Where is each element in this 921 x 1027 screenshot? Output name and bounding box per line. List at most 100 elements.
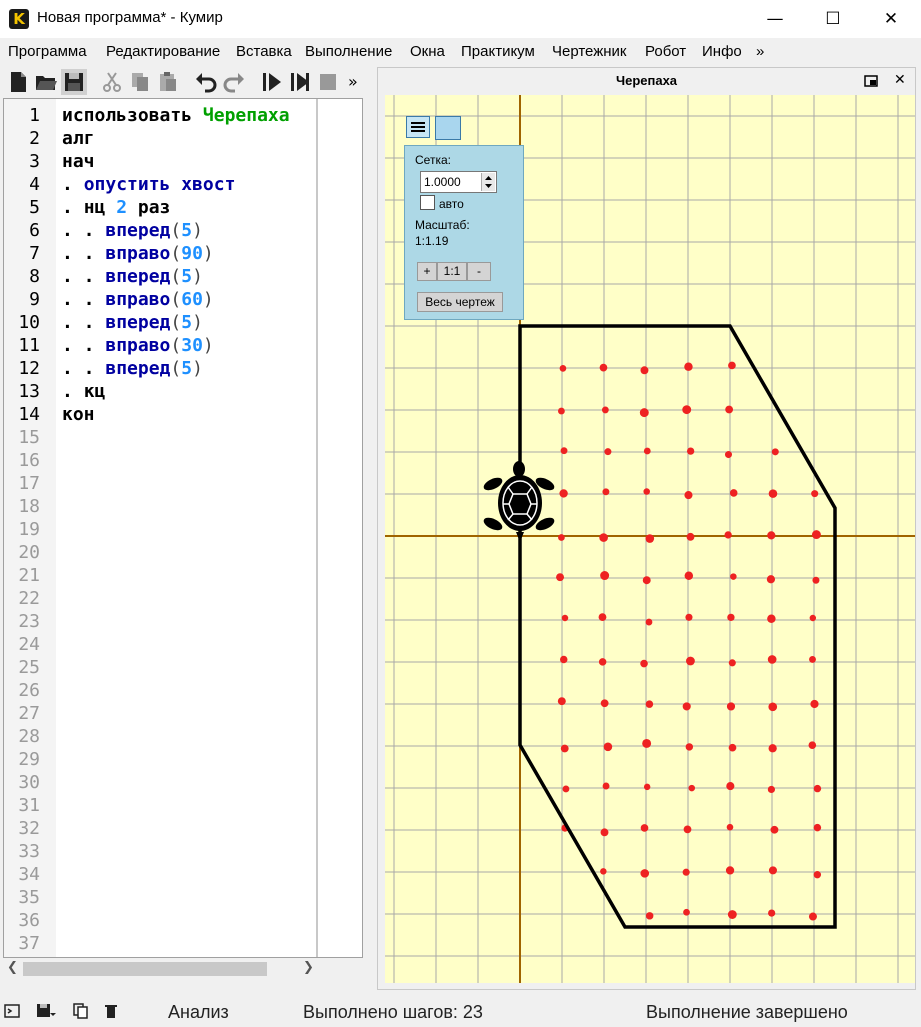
menu-drawer[interactable]: Чертежник bbox=[552, 43, 627, 60]
scroll-right-icon[interactable]: ❯ bbox=[303, 960, 314, 975]
marker-dot bbox=[688, 784, 696, 792]
code-line[interactable]: нач bbox=[62, 151, 95, 172]
code-line[interactable]: . . вперед(5) bbox=[62, 312, 203, 333]
console-icon[interactable] bbox=[4, 1003, 20, 1019]
step-run-icon[interactable] bbox=[287, 69, 313, 95]
menu-toggle-button[interactable] bbox=[406, 116, 430, 138]
zoom-out-button[interactable]: - bbox=[467, 262, 491, 281]
line-number: 10 bbox=[18, 312, 40, 333]
code-line[interactable]: . . вправо(60) bbox=[62, 289, 214, 310]
marker-dot bbox=[766, 575, 776, 584]
line-number: 36 bbox=[18, 910, 40, 931]
undo-icon[interactable] bbox=[193, 69, 219, 95]
hamburger-icon bbox=[411, 122, 425, 132]
whole-drawing-button[interactable]: Весь чертеж bbox=[417, 292, 503, 312]
line-number: 30 bbox=[18, 772, 40, 793]
line-number: 21 bbox=[18, 565, 40, 586]
stop-icon[interactable] bbox=[315, 69, 341, 95]
horizontal-scrollbar[interactable]: ❮ ❯ bbox=[3, 958, 363, 980]
code-line[interactable]: . нц 2 раз bbox=[62, 197, 170, 218]
cut-icon[interactable] bbox=[99, 69, 125, 95]
line-number: 2 bbox=[29, 128, 40, 149]
code-line[interactable]: алг bbox=[62, 128, 95, 149]
marker-dot bbox=[643, 447, 651, 455]
grid-spinbox[interactable]: 1.0000 bbox=[420, 171, 497, 193]
menu-insert[interactable]: Вставка bbox=[236, 43, 292, 60]
line-number: 17 bbox=[18, 473, 40, 494]
open-folder-icon[interactable] bbox=[33, 69, 59, 95]
marker-dot bbox=[562, 785, 570, 793]
marker-dot bbox=[640, 659, 648, 668]
view-toggle-button[interactable] bbox=[435, 116, 461, 140]
copy-output-icon[interactable] bbox=[72, 1003, 92, 1019]
code-line[interactable]: . . вправо(90) bbox=[62, 243, 214, 264]
marker-dot bbox=[598, 658, 607, 666]
spin-arrows-icon bbox=[485, 176, 492, 188]
status-steps: Выполнено шагов: 23 bbox=[303, 1002, 483, 1022]
toolbar-overflow[interactable]: » bbox=[348, 72, 358, 91]
menu-run[interactable]: Выполнение bbox=[305, 43, 392, 60]
code-editor[interactable]: 1 2 3 4 5 6 7 8 9 10 11 12 13 14 15 16 17 18 19 20 21 22 23 24 2… bbox=[3, 98, 363, 958]
zoom-in-button[interactable]: + bbox=[417, 262, 437, 281]
menu-windows[interactable]: Окна bbox=[410, 43, 445, 60]
marker-dot bbox=[598, 613, 607, 622]
zoom-reset-button[interactable]: 1:1 bbox=[437, 262, 467, 281]
code-line[interactable]: . . вправо(30) bbox=[62, 335, 214, 356]
window-title: Новая программа* - Кумир bbox=[37, 9, 223, 26]
line-number: 11 bbox=[18, 335, 40, 356]
code-line[interactable]: кон bbox=[62, 404, 95, 425]
line-number: 19 bbox=[18, 519, 40, 540]
code-line[interactable]: . кц bbox=[62, 381, 105, 402]
minimize-button[interactable]: — bbox=[746, 0, 804, 38]
status-bar: Анализ Выполнено шагов: 23 Выполнение за… bbox=[0, 998, 921, 1027]
save-output-icon[interactable] bbox=[36, 1003, 56, 1019]
code-line[interactable]: . . вперед(5) bbox=[62, 220, 203, 241]
menu-practicum[interactable]: Практикум bbox=[461, 43, 535, 60]
paste-icon[interactable] bbox=[155, 69, 181, 95]
undock-icon[interactable] bbox=[864, 75, 878, 87]
marker-dot bbox=[727, 613, 735, 622]
scroll-thumb[interactable] bbox=[23, 962, 267, 976]
save-icon[interactable] bbox=[61, 69, 87, 95]
line-number-gutter: 1 2 3 4 5 6 7 8 9 10 11 12 13 14 15 16 17 18 19 20 21 22 23 24 2… bbox=[4, 99, 56, 957]
marker-dot bbox=[639, 408, 649, 418]
turtle-canvas[interactable]: Сетка: 1.0000 авто Масштаб: 1:1.19 + 1:1… bbox=[385, 95, 915, 983]
spin-buttons[interactable] bbox=[481, 173, 495, 191]
code-line[interactable]: использовать Черепаха bbox=[62, 105, 290, 126]
turtle-close-icon[interactable]: ✕ bbox=[894, 72, 906, 88]
marker-dot bbox=[768, 744, 777, 753]
menu-edit[interactable]: Редактирование bbox=[106, 43, 220, 60]
marker-dot bbox=[812, 576, 820, 584]
new-file-icon[interactable] bbox=[5, 69, 31, 95]
code-line[interactable]: . . вперед(5) bbox=[62, 266, 203, 287]
line-number: 8 bbox=[29, 266, 40, 287]
menu-info[interactable]: Инфо bbox=[702, 43, 742, 60]
line-number: 37 bbox=[18, 933, 40, 954]
copy-icon[interactable] bbox=[127, 69, 153, 95]
marker-dot bbox=[811, 490, 819, 498]
line-number: 7 bbox=[29, 243, 40, 264]
marker-dot bbox=[604, 448, 612, 456]
line-number: 33 bbox=[18, 841, 40, 862]
menu-program[interactable]: Программа bbox=[8, 43, 87, 60]
marker-dot bbox=[601, 406, 609, 414]
code-line[interactable]: . опустить хвост bbox=[62, 174, 235, 195]
marker-dot bbox=[809, 614, 817, 622]
scroll-left-icon[interactable]: ❮ bbox=[7, 960, 18, 975]
close-button[interactable]: ✕ bbox=[862, 0, 920, 38]
clear-output-icon[interactable] bbox=[104, 1003, 118, 1019]
line-number: 5 bbox=[29, 197, 40, 218]
grid-value[interactable]: 1.0000 bbox=[424, 175, 461, 189]
marker-dot bbox=[809, 655, 816, 663]
line-number: 35 bbox=[18, 887, 40, 908]
run-icon[interactable] bbox=[259, 69, 285, 95]
auto-checkbox[interactable] bbox=[420, 195, 435, 210]
marker-dot bbox=[683, 908, 690, 916]
line-number: 34 bbox=[18, 864, 40, 885]
code-line[interactable]: . . вперед(5) bbox=[62, 358, 203, 379]
line-number: 3 bbox=[29, 151, 40, 172]
redo-icon[interactable] bbox=[221, 69, 247, 95]
menu-robot[interactable]: Робот bbox=[645, 43, 686, 60]
menu-more[interactable]: » bbox=[756, 43, 764, 60]
maximize-button[interactable]: ☐ bbox=[804, 0, 862, 38]
